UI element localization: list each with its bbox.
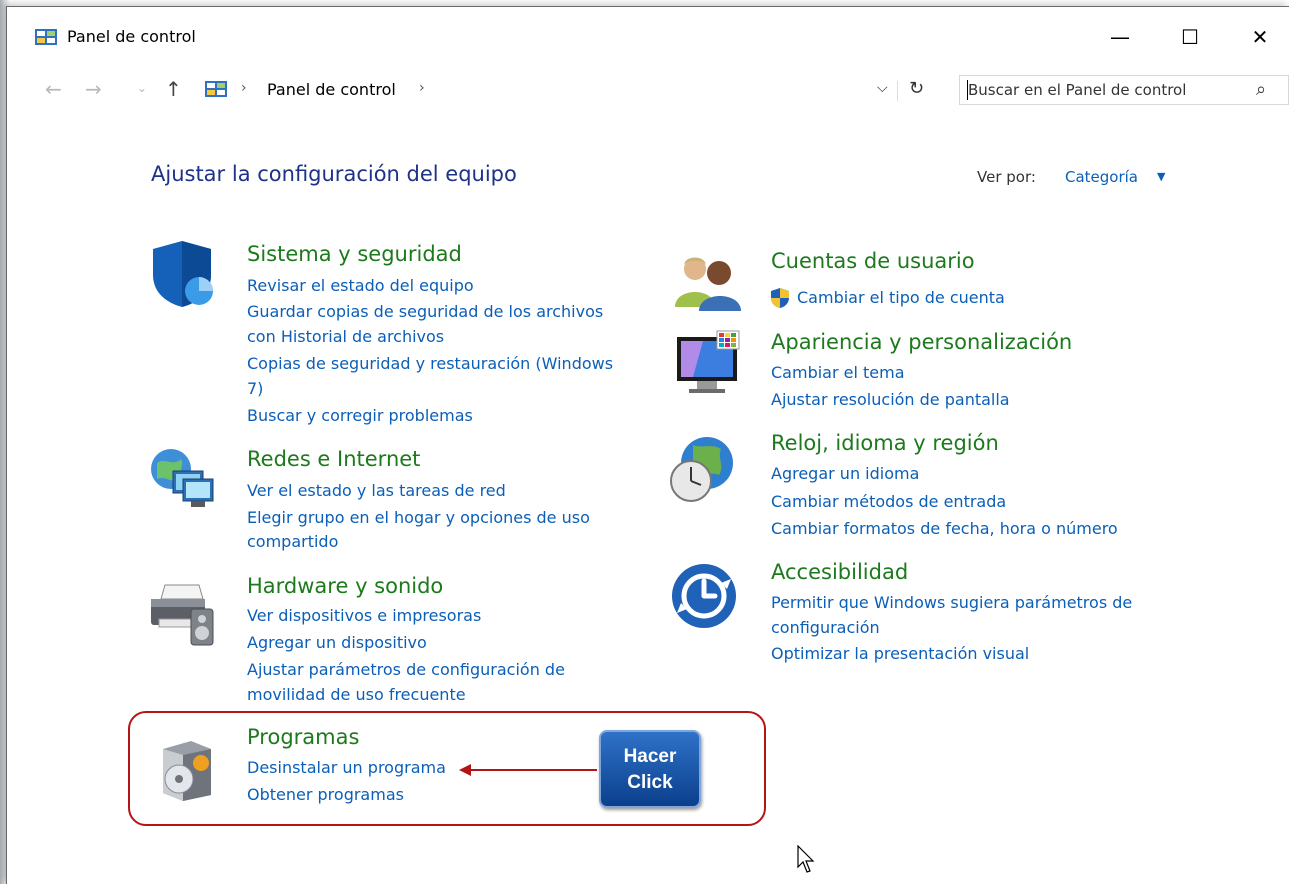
up-arrow-icon[interactable]: ↑	[165, 77, 182, 101]
click-hint-line2: Click	[627, 772, 673, 793]
category-title-sistema-seguridad[interactable]: Sistema y seguridad	[247, 242, 462, 266]
link-optimizar-presentacion[interactable]: Optimizar la presentación visual	[771, 641, 1029, 667]
category-title-reloj-idioma[interactable]: Reloj, idioma y región	[771, 431, 999, 455]
annotation-arrow-line	[469, 769, 597, 771]
link-dispositivos-impresoras[interactable]: Ver dispositivos e impresoras	[247, 603, 481, 629]
link-copias-restauracion[interactable]: Copias de seguridad y restauración (Wind…	[247, 351, 613, 377]
close-icon: ✕	[1251, 25, 1269, 49]
control-panel-window: Panel de control — ☐ ✕ ← → ⌄ ↑ › Panel d…	[6, 6, 1289, 884]
navigation-bar: ← → ⌄ ↑ › Panel de control › ⌵ ↻ ⌕	[7, 73, 1289, 107]
category-title-hardware-sonido[interactable]: Hardware y sonido	[247, 574, 443, 598]
link-windows-sugiera[interactable]: Permitir que Windows sugiera parámetros …	[771, 590, 1132, 616]
link-copias-restauracion-cont[interactable]: 7)	[247, 376, 263, 402]
click-hint-line1: Hacer	[623, 746, 677, 767]
recent-locations-icon[interactable]: ⌄	[137, 81, 147, 95]
search-box[interactable]: ⌕	[959, 75, 1289, 105]
title-bar: Panel de control — ☐ ✕	[7, 7, 1289, 67]
maximize-icon: ☐	[1181, 25, 1199, 49]
refresh-icon[interactable]: ↻	[909, 78, 924, 99]
category-title-cuentas-usuario[interactable]: Cuentas de usuario	[771, 249, 975, 273]
search-icon[interactable]: ⌕	[1256, 79, 1266, 100]
link-formatos-fecha[interactable]: Cambiar formatos de fecha, hora o número	[771, 516, 1118, 542]
link-historial-archivos[interactable]: con Historial de archivos	[247, 324, 444, 350]
click-hint-badge: Hacer Click	[599, 730, 701, 808]
category-title-redes-internet[interactable]: Redes e Internet	[247, 447, 420, 471]
minimize-button[interactable]: —	[1097, 19, 1143, 55]
breadcrumb-chevron-icon[interactable]: ›	[419, 80, 425, 96]
uac-shield-icon	[771, 288, 789, 308]
dropdown-arrow-icon[interactable]: ▼	[1157, 170, 1165, 183]
users-icon[interactable]	[673, 247, 743, 317]
link-agregar-dispositivo[interactable]: Agregar un dispositivo	[247, 630, 427, 656]
address-bar[interactable]: › Panel de control › ⌵ ↻	[197, 77, 937, 103]
link-metodos-entrada[interactable]: Cambiar métodos de entrada	[771, 489, 1006, 515]
link-movilidad-cont[interactable]: movilidad de uso frecuente	[247, 682, 466, 708]
view-by-dropdown[interactable]: Categoría	[1065, 168, 1138, 186]
link-resolucion-pantalla[interactable]: Ajustar resolución de pantalla	[771, 387, 1010, 413]
link-windows-sugiera-cont[interactable]: configuración	[771, 615, 880, 641]
window-title: Panel de control	[67, 27, 196, 46]
printer-icon[interactable]	[147, 579, 217, 649]
link-estado-red[interactable]: Ver el estado y las tareas de red	[247, 478, 506, 504]
back-arrow-icon[interactable]: ←	[45, 77, 62, 101]
link-guardar-copias[interactable]: Guardar copias de seguridad de los archi…	[247, 299, 603, 325]
clock-globe-icon[interactable]	[667, 435, 737, 505]
network-icon[interactable]	[147, 445, 217, 515]
search-input[interactable]	[968, 79, 1238, 101]
annotation-arrow-icon	[459, 764, 471, 776]
link-movilidad[interactable]: Ajustar parámetros de configuración de	[247, 657, 565, 683]
control-panel-icon	[205, 81, 227, 97]
minimize-icon: —	[1110, 25, 1130, 49]
category-title-accesibilidad[interactable]: Accesibilidad	[771, 560, 908, 584]
monitor-icon[interactable]	[673, 329, 743, 399]
link-cambiar-tema[interactable]: Cambiar el tema	[771, 360, 905, 386]
link-agregar-idioma[interactable]: Agregar un idioma	[771, 461, 919, 487]
address-divider	[897, 81, 898, 101]
link-grupo-hogar-cont[interactable]: compartido	[247, 529, 338, 555]
category-title-apariencia[interactable]: Apariencia y personalización	[771, 330, 1072, 354]
control-panel-icon	[35, 29, 57, 45]
breadcrumb-chevron-icon[interactable]: ›	[241, 80, 247, 96]
link-grupo-hogar[interactable]: Elegir grupo en el hogar y opciones de u…	[247, 505, 590, 531]
link-cambiar-tipo-cuenta[interactable]: Cambiar el tipo de cuenta	[797, 285, 1005, 311]
view-by-label: Ver por:	[977, 168, 1036, 186]
link-revisar-estado[interactable]: Revisar el estado del equipo	[247, 273, 474, 299]
page-title: Ajustar la configuración del equipo	[151, 162, 517, 186]
mouse-pointer-icon	[797, 845, 815, 873]
shield-icon[interactable]	[147, 239, 217, 309]
link-buscar-corregir[interactable]: Buscar y corregir problemas	[247, 403, 473, 429]
accessibility-icon[interactable]	[669, 561, 739, 631]
forward-arrow-icon[interactable]: →	[85, 77, 102, 101]
maximize-button[interactable]: ☐	[1167, 19, 1213, 55]
breadcrumb-item[interactable]: Panel de control	[267, 80, 396, 99]
address-dropdown-icon[interactable]: ⌵	[877, 80, 888, 96]
close-button[interactable]: ✕	[1237, 19, 1283, 55]
